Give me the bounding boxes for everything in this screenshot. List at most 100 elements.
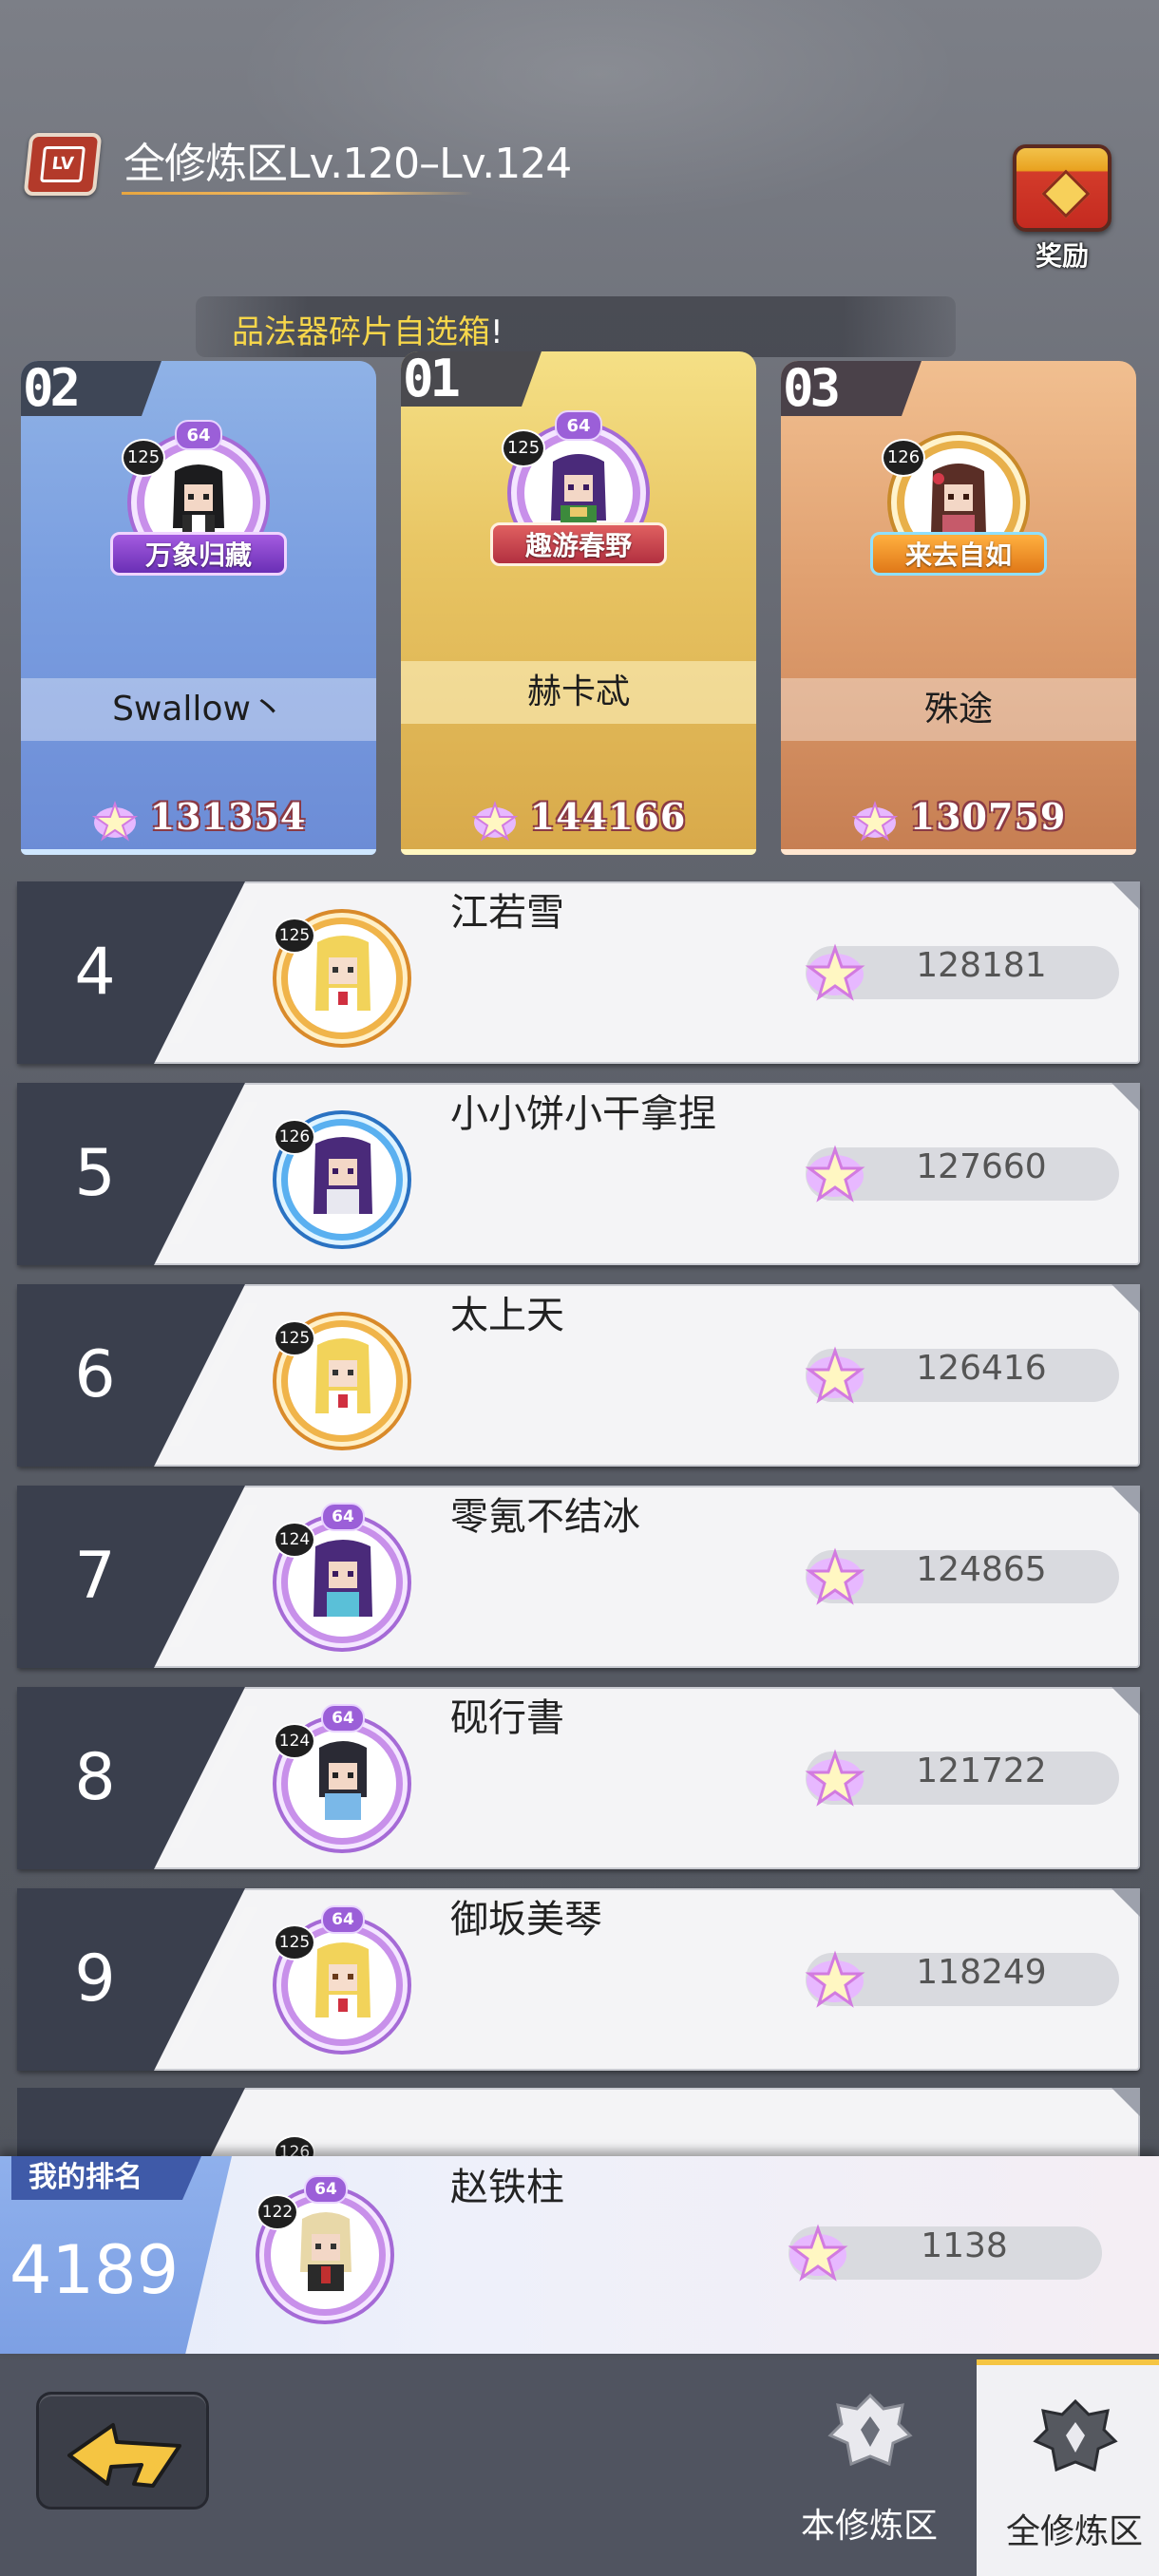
score-pill: 127660: [805, 1145, 1119, 1203]
treasure-chest-icon: [1013, 144, 1112, 232]
avatar[interactable]: 64 125 万象归藏: [110, 420, 287, 583]
avatar[interactable]: 125: [260, 1299, 424, 1461]
table-row[interactable]: 5 126 小小饼小干拿捏 127660: [17, 1083, 1140, 1265]
power-star-icon: [788, 2224, 848, 2282]
level-badge: 122: [256, 2194, 298, 2230]
character-sprite-icon: [315, 936, 370, 1014]
tab-label: 全修炼区: [1005, 2512, 1143, 2551]
announcement-text: 品法器碎片自选箱!: [232, 313, 504, 351]
row-corner: [1112, 2088, 1140, 2116]
tab-local-region[interactable]: 本修炼区: [771, 2359, 967, 2576]
podium-third[interactable]: 03 126 来去自如 殊途 130759: [781, 361, 1136, 855]
bottom-bar: 本修炼区 全修炼区: [0, 2359, 1159, 2576]
avatar[interactable]: 64 124: [260, 1702, 424, 1864]
power-star-icon: [805, 1950, 865, 2008]
score: 130759: [781, 788, 1136, 845]
reward-button[interactable]: 奖励: [996, 133, 1129, 275]
tab-all-regions[interactable]: 全修炼区: [977, 2359, 1159, 2576]
avatar[interactable]: 64 125 趣游春野: [490, 410, 667, 574]
podium-place: 01: [401, 351, 542, 407]
announcement-banner: 品法器碎片自选箱!: [196, 296, 956, 357]
table-row[interactable]: 6 125 太上天 126416: [17, 1284, 1140, 1467]
score-pill: 121722: [805, 1749, 1119, 1807]
player-name: 太上天: [450, 1294, 564, 1337]
player-name: 御坂美琴: [450, 1898, 602, 1941]
star-badge: 64: [555, 410, 602, 441]
region-header: LV 全修炼区Lv.120–Lv.124: [23, 123, 572, 199]
player-name: 小小饼小干拿捏: [450, 1092, 716, 1136]
row-corner: [1112, 1083, 1140, 1111]
avatar[interactable]: 126: [260, 1098, 424, 1260]
character-sprite-icon: [314, 1137, 372, 1214]
podium-second[interactable]: 02 64 125 万象归藏 Swallow丶 131354: [21, 361, 376, 855]
back-arrow-icon: [67, 2423, 181, 2488]
row-corner: [1112, 1687, 1140, 1715]
title-plaque: 来去自如: [870, 532, 1047, 576]
score-pill: 1138: [788, 2224, 1102, 2282]
score-value: 126416: [916, 1349, 1047, 1388]
score-value: 124865: [916, 1550, 1047, 1589]
level-badge: 125: [122, 439, 165, 477]
level-badge: 125: [274, 1320, 315, 1356]
level-badge: 125: [274, 1924, 315, 1960]
score-value: 128181: [916, 946, 1047, 985]
row-corner: [1112, 1284, 1140, 1313]
avatar[interactable]: 125: [260, 897, 424, 1058]
star-badge: 64: [304, 2175, 348, 2204]
power-star-icon: [91, 800, 138, 842]
avatar[interactable]: 64 124: [260, 1501, 424, 1662]
table-row[interactable]: 8 64 124 砚行書 121722: [17, 1687, 1140, 1869]
character-sprite-icon: [300, 2212, 352, 2291]
level-badge: 126: [882, 439, 925, 477]
level-badge: 125: [502, 429, 545, 467]
avatar[interactable]: 126 来去自如: [870, 422, 1047, 583]
power-star-icon: [851, 800, 898, 842]
my-rank-tag: 我的排名: [11, 2156, 201, 2200]
table-row[interactable]: 7 64 124 零氪不结冰 124865: [17, 1486, 1140, 1668]
level-badge: 125: [274, 918, 315, 954]
score-value: 1138: [921, 2226, 1008, 2265]
player-name: Swallow丶: [21, 678, 376, 741]
tab-label: 本修炼区: [800, 2507, 938, 2546]
podium-edge: [781, 849, 1136, 855]
power-star-icon: [805, 1547, 865, 1605]
title-underline: [122, 192, 473, 195]
level-badge: 124: [274, 1723, 315, 1759]
table-row-partial[interactable]: 126: [17, 2088, 1140, 2164]
page-title: 全修炼区Lv.120–Lv.124: [124, 140, 572, 188]
row-corner: [1112, 1888, 1140, 1917]
character-sprite-icon: [315, 1942, 370, 2021]
player-name: 江若雪: [450, 891, 564, 935]
rank-number: 6: [74, 1337, 116, 1412]
score-pill: 126416: [805, 1346, 1119, 1404]
rank-number: 4189: [10, 2231, 180, 2309]
score-value: 127660: [916, 1147, 1047, 1186]
rank-cell: [17, 2088, 245, 2164]
rank-number: 5: [74, 1136, 116, 1211]
podium-place: 02: [21, 361, 162, 416]
row-corner: [1112, 881, 1140, 910]
player-name: 赫卡忒: [401, 661, 756, 724]
score-value: 118249: [916, 1953, 1047, 1992]
player-name: 砚行書: [450, 1696, 564, 1740]
region-emblem-icon: [1033, 2398, 1118, 2472]
star-badge: 64: [175, 420, 222, 450]
table-row[interactable]: 9 64 125 御坂美琴 118249: [17, 1888, 1140, 2071]
level-badge: 126: [274, 1119, 315, 1155]
avatar[interactable]: 64 122: [243, 2173, 407, 2335]
table-row[interactable]: 4 125 江若雪 128181: [17, 881, 1140, 1064]
power-star-icon: [805, 1346, 865, 1404]
rank-number: 8: [74, 1740, 116, 1815]
avatar[interactable]: 64 125: [260, 1904, 424, 2065]
level-region-icon: LV: [23, 133, 103, 196]
score-value: 121722: [916, 1752, 1047, 1790]
back-button[interactable]: [36, 2392, 209, 2510]
podium-place: 03: [781, 361, 922, 416]
score: 131354: [21, 788, 376, 845]
rank-number: 9: [74, 1941, 116, 2017]
region-emblem-icon: [827, 2393, 913, 2467]
reward-label: 奖励: [1035, 240, 1089, 272]
podium-first[interactable]: 01 64 125 趣游春野 赫卡忒 144166: [401, 351, 756, 855]
my-rank-row[interactable]: 我的排名 4189 64 122 赵铁柱 1138: [0, 2156, 1159, 2354]
player-name: 零氪不结冰: [450, 1495, 640, 1539]
